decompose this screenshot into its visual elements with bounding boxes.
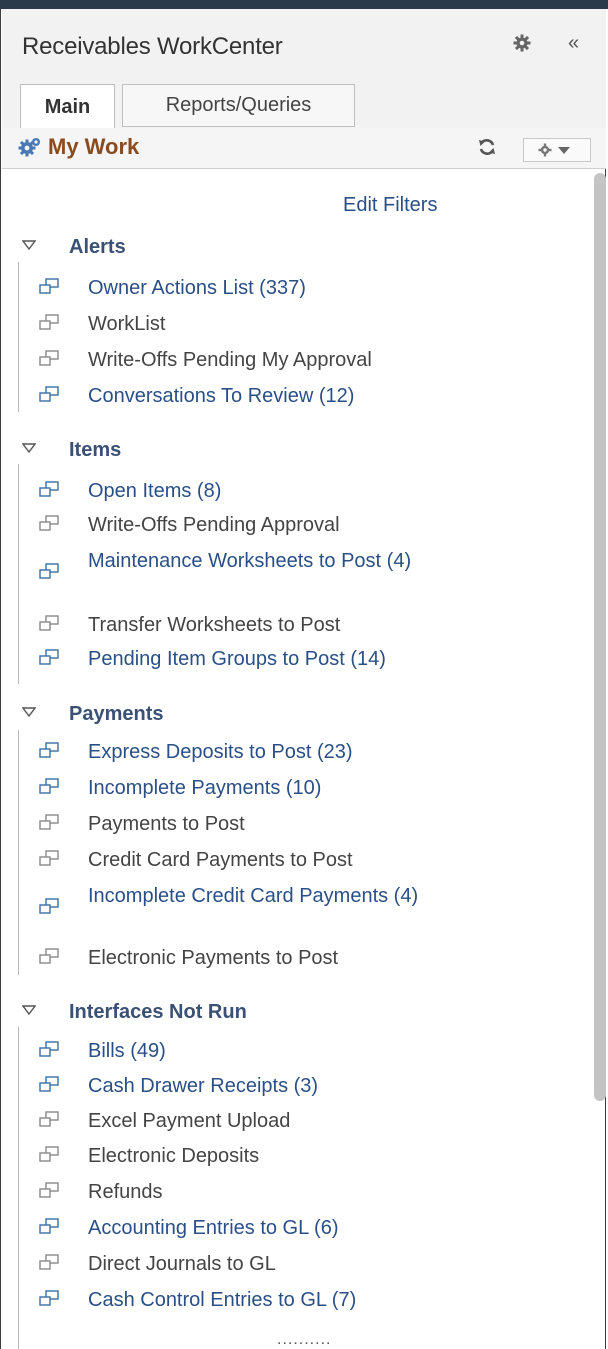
list-item-link[interactable]: Conversations To Review (12)	[88, 385, 463, 408]
list-item: Transfer Worksheets to Post	[88, 614, 341, 636]
list-item: Credit Card Payments to Post	[88, 849, 353, 871]
triangle-down-icon[interactable]	[22, 443, 36, 453]
window-icon	[39, 563, 59, 579]
window-icon	[39, 1041, 59, 1057]
gears-icon	[18, 138, 40, 157]
window-icon	[39, 278, 59, 294]
list-item: WorkList	[88, 313, 166, 335]
section-title-interfaces-not-run[interactable]: Interfaces Not Run	[69, 1001, 247, 1024]
window-icon	[39, 350, 59, 366]
list-item-link[interactable]: Bills (49)	[88, 1040, 463, 1063]
edit-filters-link[interactable]: Edit Filters	[343, 194, 437, 217]
window-icon	[39, 1182, 59, 1198]
list-item-link[interactable]: Cash Drawer Receipts (3)	[88, 1075, 463, 1098]
gear-dropdown-icon	[538, 143, 570, 157]
window-icon	[39, 1146, 59, 1162]
options-menu-button[interactable]	[523, 138, 591, 162]
more-indicator: ..........	[277, 1331, 332, 1348]
list-item-link[interactable]: Incomplete Payments (10)	[88, 777, 463, 800]
vertical-scrollbar[interactable]	[594, 173, 606, 1101]
section-divider	[18, 464, 19, 684]
list-item: Excel Payment Upload	[88, 1110, 291, 1132]
window-icon	[39, 948, 59, 964]
list-item-link[interactable]: Incomplete Credit Card Payments (4)	[88, 885, 463, 908]
list-item-link[interactable]: Open Items (8)	[88, 480, 463, 503]
section-title-alerts[interactable]: Alerts	[69, 236, 126, 259]
list-item: Write-Offs Pending Approval	[88, 514, 340, 536]
section-divider	[18, 730, 19, 975]
list-item-link[interactable]: Owner Actions List (337)	[88, 277, 463, 300]
triangle-down-icon[interactable]	[22, 240, 36, 250]
collapse-left-icon[interactable]: «	[568, 33, 579, 53]
triangle-down-icon[interactable]	[22, 1005, 36, 1015]
window-icon	[39, 1076, 59, 1092]
list-item-link[interactable]: Maintenance Worksheets to Post (4)	[88, 550, 463, 573]
list-item-link[interactable]: Accounting Entries to GL (6)	[88, 1217, 463, 1240]
window-icon	[39, 615, 59, 631]
workcenter-title: Receivables WorkCenter	[22, 33, 283, 60]
tab-reports-queries[interactable]: Reports/Queries	[122, 84, 355, 127]
window-icon	[39, 778, 59, 794]
list-item-link[interactable]: Express Deposits to Post (23)	[88, 741, 463, 764]
section-title-payments[interactable]: Payments	[69, 703, 164, 726]
window-icon	[39, 1254, 59, 1270]
window-icon	[39, 515, 59, 531]
window-icon	[39, 814, 59, 830]
window-icon	[39, 1218, 59, 1234]
list-item-link[interactable]: Cash Control Entries to GL (7)	[88, 1289, 463, 1312]
section-divider	[18, 1027, 19, 1349]
list-item: Payments to Post	[88, 813, 245, 835]
window-icon	[39, 1111, 59, 1127]
list-item: Electronic Deposits	[88, 1145, 260, 1167]
window-icon	[39, 1290, 59, 1306]
list-item: Electronic Payments to Post	[88, 947, 339, 969]
list-item: Direct Journals to GL	[88, 1253, 276, 1275]
window-icon	[39, 481, 59, 497]
window-icon	[39, 850, 59, 866]
list-item-link[interactable]: Pending Item Groups to Post (14)	[88, 648, 463, 671]
window-icon	[39, 742, 59, 758]
window-icon	[39, 898, 59, 914]
list-item: Write-Offs Pending My Approval	[88, 349, 372, 371]
tab-main[interactable]: Main	[20, 84, 115, 129]
refresh-icon[interactable]	[477, 137, 497, 157]
window-icon	[39, 649, 59, 665]
list-item: Refunds	[88, 1181, 163, 1203]
gear-icon[interactable]	[513, 34, 531, 52]
top-border	[0, 0, 608, 9]
window-icon	[39, 386, 59, 402]
section-divider	[18, 262, 19, 412]
triangle-down-icon[interactable]	[22, 707, 36, 717]
window-icon	[39, 314, 59, 330]
my-work-title: My Work	[48, 134, 140, 159]
section-title-items[interactable]: Items	[69, 439, 121, 462]
